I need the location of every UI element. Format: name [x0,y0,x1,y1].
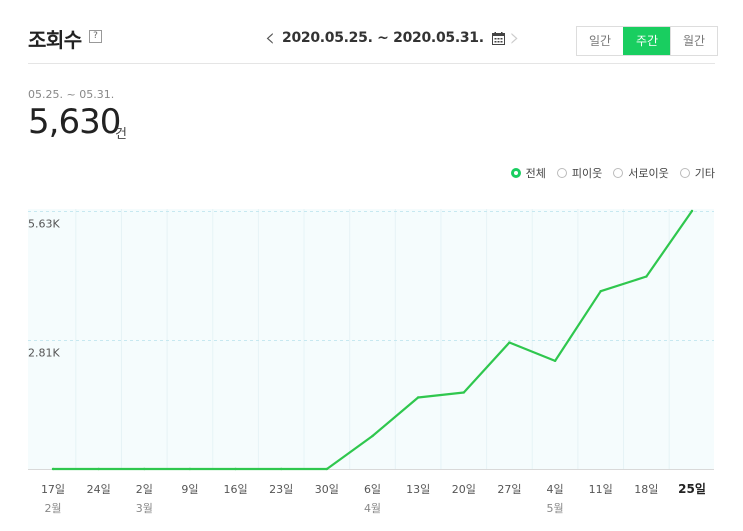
x-tick-label: 2일 [136,482,153,496]
x-tick-label: 11일 [589,482,613,496]
data-point [553,359,557,363]
x-tick-label: 30일 [315,482,339,496]
data-point [690,209,694,213]
date-range-label: 2020.05.25. ~ 2020.05.31. [282,30,484,46]
summary-period: 05.25. ~ 05.31. [28,88,115,101]
x-tick-label: 9일 [181,482,198,496]
data-point [280,467,283,471]
legend-label: 피이웃 [571,167,603,180]
chart-legend: 전체 피이웃 서로이웃 기타 [500,165,715,181]
data-point [371,434,374,438]
tab-daily[interactable]: 일간 [577,27,623,55]
data-point [325,467,329,471]
help-icon[interactable]: ? [89,30,102,43]
x-tick-label: 27일 [497,482,521,496]
header-divider [28,63,715,64]
summary-total: 5,630 [28,102,121,142]
legend-item-other[interactable]: 기타 [679,165,715,181]
tab-weekly[interactable]: 주간 [623,27,670,55]
summary-unit: 건 [115,127,127,142]
x-month-label: 2월 [44,502,61,515]
calendar-icon[interactable] [491,31,505,45]
data-point [645,275,648,278]
legend-item-neighbor[interactable]: 피이웃 [556,165,603,181]
views-line-chart: 5.63K 2.81K 17일 24일 2일 9일 16일 23일 30일 6일 13일 20일 27일… [28,209,714,515]
data-point [188,467,192,471]
x-tick-label: 16일 [224,482,248,496]
data-point [416,396,420,399]
x-tick-label: 13일 [406,482,430,496]
plot-background [28,209,714,469]
x-tick-label: 17일 [41,482,65,496]
x-month-label: 5월 [547,502,564,515]
page-title: 조회수 [28,28,82,52]
radio-icon [556,168,567,178]
legend-label: 전체 [525,167,546,180]
x-tick-label: 24일 [87,482,111,496]
tab-monthly[interactable]: 월간 [670,27,717,55]
chevron-left-icon[interactable]: ‹ [262,25,278,51]
period-toggle: 일간 주간 월간 [576,26,718,56]
x-tick-label: 25일 [678,482,706,496]
x-tick-label: 6일 [364,482,381,496]
radio-icon [510,168,521,178]
data-point [97,467,100,471]
legend-label: 기타 [694,167,715,180]
radio-icon [679,168,690,178]
data-point [599,289,602,293]
data-point [462,391,465,394]
radio-icon [613,168,624,178]
data-point [143,467,146,471]
x-month-label: 4월 [364,502,381,515]
legend-label: 서로이웃 [628,167,669,180]
data-point [508,341,511,344]
legend-item-mutual[interactable]: 서로이웃 [613,165,669,181]
data-point [51,467,55,471]
x-tick-label: 18일 [634,482,658,496]
chevron-right-icon[interactable]: › [507,25,523,51]
x-month-label: 3월 [136,502,153,515]
date-navigator: ‹ 2020.05.25. ~ 2020.05.31. › [262,25,523,51]
x-tick-label: 20일 [452,482,476,496]
y-tick-label: 5.63K [28,218,60,231]
x-tick-label: 23일 [269,482,293,496]
data-point [234,467,237,471]
x-tick-label: 4일 [547,482,564,496]
y-tick-label: 2.81K [28,347,60,360]
legend-item-all[interactable]: 전체 [510,165,546,181]
